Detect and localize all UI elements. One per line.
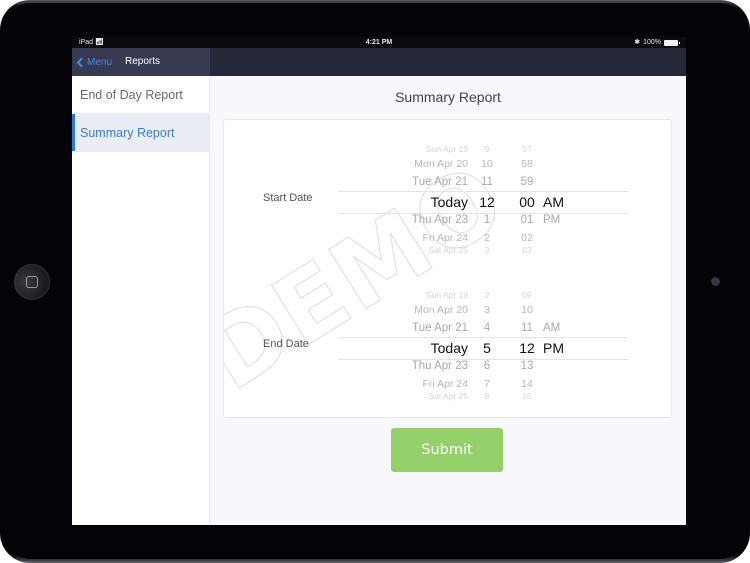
picker-date: Sun Apr 19	[425, 144, 468, 154]
picker-row[interactable]: Sat Apr 25 8 15	[338, 391, 628, 407]
picker-row[interactable]: Tue Apr 21 4 11 AM	[338, 322, 628, 338]
page-title: Summary Report	[395, 89, 501, 105]
picker-ampm: AM	[543, 322, 561, 334]
picker-hour: 3	[484, 304, 490, 316]
picker-date: Today	[430, 340, 468, 356]
date-range-card: DEMO Start Date Sun Apr 19 9 57 Mon Apr 20 1…	[223, 119, 672, 418]
picker-hour: 2	[484, 232, 490, 244]
picker-date: Mon Apr 20	[414, 304, 468, 316]
picker-minute: 00	[519, 194, 535, 210]
picker-hour: 3	[484, 245, 490, 255]
picker-minute: 01	[520, 214, 534, 226]
picker-date: Sat Apr 25	[428, 391, 468, 401]
picker-minute: 59	[520, 176, 534, 188]
picker-minute: 03	[522, 245, 532, 255]
picker-date: Today	[430, 194, 468, 210]
picker-date: Thu Apr 23	[411, 360, 468, 372]
picker-date: Sat Apr 25	[428, 245, 468, 255]
picker-date: Sun Apr 19	[425, 290, 468, 300]
picker-minute: 11	[521, 322, 533, 334]
picker-hour: 1	[483, 214, 491, 226]
picker-ampm: PM	[543, 214, 561, 226]
picker-date: Thu Apr 23	[411, 214, 468, 226]
main-content: Summary Report DEMO Start Date Sun Apr 1…	[210, 76, 686, 525]
ipad-device: iPad 📶︎ 4:21 PM ✱ 100% Menu Reports End …	[0, 0, 750, 563]
sidebar-item-label: End of Day Report	[80, 88, 183, 102]
picker-minute: 13	[520, 360, 534, 372]
sidebar: End of Day Report Summary Report	[72, 76, 210, 525]
bluetooth-icon: ✱	[634, 39, 641, 46]
picker-ampm: PM	[543, 340, 564, 356]
picker-hour: 8	[484, 391, 490, 401]
picker-hour: 2	[484, 290, 490, 300]
picker-minute: 02	[521, 232, 533, 244]
picker-date: Tue Apr 21	[412, 176, 468, 188]
picker-minute: 09	[522, 290, 532, 300]
picker-hour: 7	[484, 378, 490, 390]
back-label: Menu	[87, 56, 113, 68]
picker-minute: 14	[521, 378, 533, 390]
menu-back-button[interactable]: Menu	[75, 48, 112, 76]
nav-left-panel: Menu Reports	[72, 48, 210, 76]
picker-hour: 11	[481, 176, 493, 188]
picker-row-selected[interactable]: Today 5 12 PM	[338, 340, 628, 356]
picker-row[interactable]: Sat Apr 25 3 03	[338, 245, 628, 261]
camera-icon	[711, 277, 720, 286]
sidebar-item-summary-report[interactable]: Summary Report	[72, 114, 209, 152]
picker-minute: 10	[521, 304, 533, 316]
picker-hour: 6	[483, 360, 491, 372]
home-square-icon	[26, 276, 38, 288]
picker-row-selected[interactable]: Today 12 00 AM	[338, 194, 628, 210]
picker-date: Fri Apr 24	[422, 232, 468, 244]
picker-ampm: AM	[543, 194, 564, 210]
picker-date: Fri Apr 24	[422, 378, 468, 390]
battery-percent: 100%	[643, 39, 661, 46]
status-time: 4:21 PM	[365, 39, 393, 46]
picker-minute: 15	[522, 391, 532, 401]
end-date-picker[interactable]: Sun Apr 19 2 09 Mon Apr 20 3 10 Tue Apr 21 4 11 A…	[338, 288, 628, 401]
screen: iPad 📶︎ 4:21 PM ✱ 100% Menu Reports End …	[72, 37, 686, 525]
start-date-picker[interactable]: Sun Apr 19 9 57 Mon Apr 20 10 58 Tue Apr 21 11 5…	[338, 142, 628, 255]
picker-minute: 12	[519, 340, 535, 356]
navigation-bar: Menu Reports	[72, 48, 686, 76]
picker-row[interactable]: Thu Apr 23 1 01 PM	[338, 214, 628, 230]
sidebar-item-end-of-day-report[interactable]: End of Day Report	[72, 76, 209, 114]
picker-row[interactable]: Mon Apr 20 10 58	[338, 158, 628, 174]
submit-button[interactable]: Submit	[391, 428, 503, 472]
picker-row[interactable]: Thu Apr 23 6 13	[338, 360, 628, 376]
picker-date: Tue Apr 21	[412, 322, 468, 334]
picker-date: Mon Apr 20	[414, 158, 468, 170]
sidebar-item-label: Summary Report	[80, 126, 175, 140]
picker-hour: 12	[479, 194, 495, 210]
status-bar: iPad 📶︎ 4:21 PM ✱ 100%	[72, 37, 686, 48]
start-date-label: Start Date	[263, 192, 313, 204]
picker-hour: 4	[483, 322, 491, 334]
nav-title: Reports	[125, 56, 161, 67]
picker-hour: 10	[481, 158, 493, 170]
picker-hour: 5	[483, 340, 491, 356]
chevron-left-icon	[76, 57, 87, 67]
picker-hour: 9	[484, 144, 490, 154]
battery-icon	[664, 39, 680, 46]
end-date-label: End Date	[263, 338, 309, 350]
home-button[interactable]	[14, 264, 50, 300]
picker-row[interactable]: Mon Apr 20 3 10	[338, 304, 628, 320]
picker-minute: 58	[521, 158, 533, 170]
picker-minute: 57	[522, 144, 532, 154]
picker-row[interactable]: Tue Apr 21 11 59	[338, 176, 628, 192]
